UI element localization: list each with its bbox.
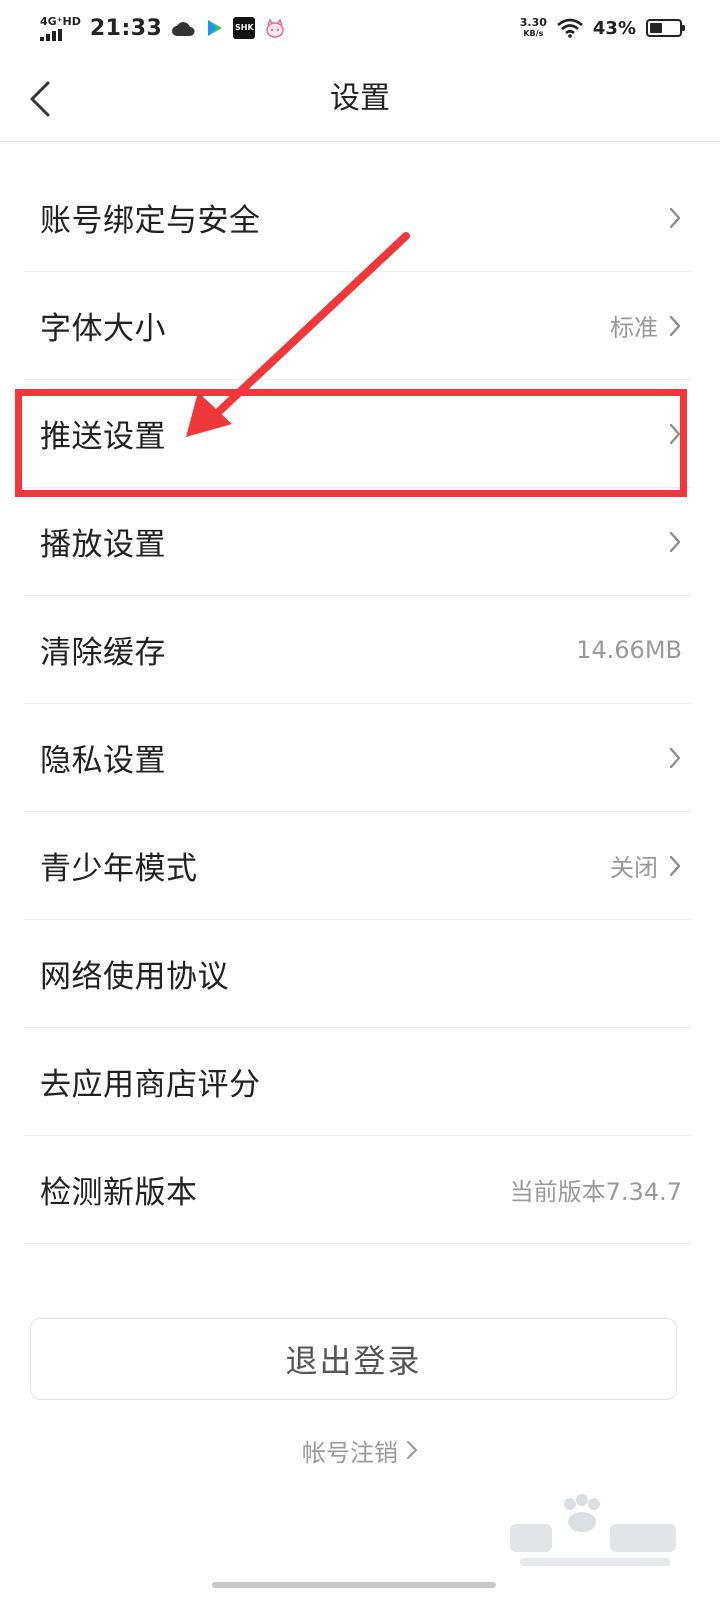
settings-list: 账号绑定与安全 字体大小 标准 推送设置 播放设置 清除缓存 14.66MB 隐… [0, 164, 720, 1244]
settings-item-push[interactable]: 推送设置 [24, 380, 692, 488]
cache-size: 14.66MB [576, 635, 682, 664]
battery-icon [646, 19, 685, 37]
settings-item-label: 青少年模式 [40, 851, 198, 887]
home-indicator[interactable] [212, 1582, 496, 1588]
settings-item-account-security[interactable]: 账号绑定与安全 [24, 164, 692, 272]
settings-item-label: 字体大小 [40, 311, 166, 347]
settings-item-value: 标准 [610, 314, 658, 342]
shk-app-icon: SHK [233, 17, 256, 39]
cloud-icon [171, 19, 195, 37]
settings-item-playback[interactable]: 播放设置 [24, 488, 692, 596]
settings-item-clear-cache[interactable]: 清除缓存 14.66MB [24, 596, 692, 704]
cancel-account-label: 帐号注销 [302, 1438, 398, 1467]
settings-item-label: 隐私设置 [40, 743, 166, 779]
chevron-right-icon [669, 531, 681, 552]
status-bar-right: 3.30 KB/s 43% [519, 16, 685, 39]
settings-item-label: 播放设置 [40, 527, 166, 563]
status-bar: 4G⁺HD 21:33 SHK 3.30 KB/s 43% [0, 0, 720, 56]
chevron-right-icon [669, 423, 681, 444]
cellular-signal-icon: 4G⁺HD [40, 16, 81, 41]
current-version: 当前版本7.34.7 [509, 1178, 682, 1206]
settings-screen: 4G⁺HD 21:33 SHK 3.30 KB/s 43% 设置 账号绑定与安全… [0, 0, 720, 1600]
settings-item-teen-mode[interactable]: 青少年模式 关闭 [24, 812, 692, 920]
video-app-icon [204, 18, 224, 38]
status-bar-left: 4G⁺HD 21:33 SHK [40, 16, 286, 41]
settings-item-label: 检测新版本 [40, 1175, 198, 1211]
settings-item-rate-app[interactable]: 去应用商店评分 [24, 1028, 692, 1136]
wifi-icon [557, 18, 583, 38]
settings-item-check-update[interactable]: 检测新版本 当前版本7.34.7 [24, 1136, 692, 1244]
cancel-account-link[interactable]: 帐号注销 [0, 1428, 720, 1472]
chevron-right-icon [406, 1440, 418, 1460]
baidu-watermark-logo [510, 1494, 676, 1566]
settings-item-label: 账号绑定与安全 [40, 203, 261, 239]
logout-button[interactable]: 退出登录 [30, 1318, 677, 1400]
chevron-right-icon [669, 747, 681, 768]
settings-item-label: 去应用商店评分 [40, 1067, 261, 1103]
settings-item-privacy[interactable]: 隐私设置 [24, 704, 692, 812]
chevron-right-icon [669, 207, 681, 228]
battery-percent: 43% [592, 17, 636, 39]
settings-item-label: 清除缓存 [40, 635, 166, 671]
cartoon-app-icon [264, 18, 286, 38]
chevron-right-icon [669, 315, 681, 336]
network-speed: 3.30 KB/s [519, 16, 547, 38]
page-title: 设置 [330, 81, 390, 116]
settings-item-label: 网络使用协议 [40, 959, 229, 995]
clock: 21:33 [89, 15, 163, 41]
nav-bar: 设置 [0, 56, 720, 142]
network-type: 4G⁺HD [40, 14, 81, 28]
settings-item-value: 关闭 [610, 854, 658, 882]
settings-item-network-agreement[interactable]: 网络使用协议 [24, 920, 692, 1028]
chevron-right-icon [669, 855, 681, 876]
settings-item-font-size[interactable]: 字体大小 标准 [24, 272, 692, 380]
settings-item-label: 推送设置 [40, 419, 166, 455]
